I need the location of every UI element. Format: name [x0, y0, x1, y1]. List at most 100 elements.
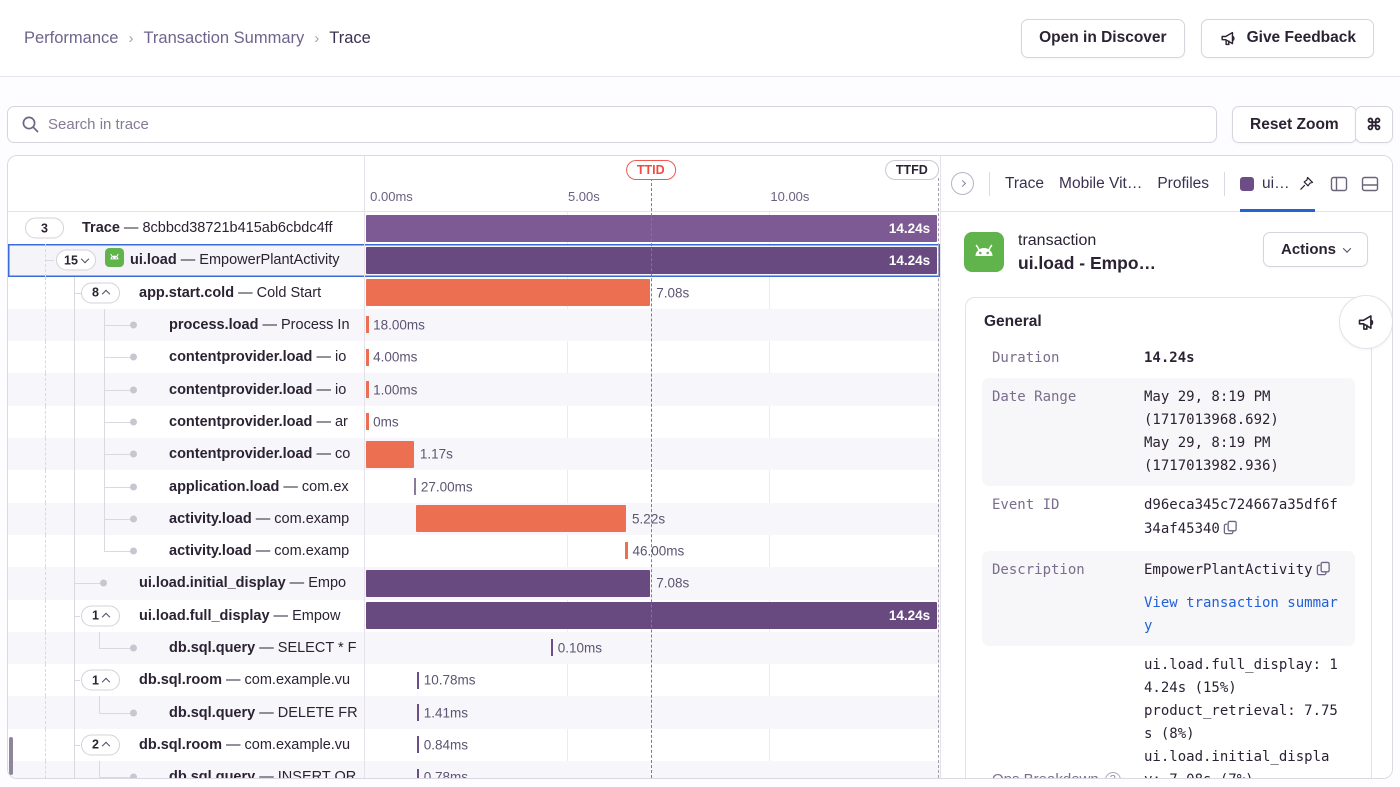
breadcrumb: Performance › Transaction Summary › Trac…	[24, 29, 371, 48]
trace-span-row[interactable]: 2db.sql.room — com.example.vu	[8, 729, 364, 761]
layout-left-icon[interactable]	[1330, 175, 1348, 193]
tree-guide-line	[45, 567, 46, 599]
span-label: contentprovider.load — ar	[169, 414, 364, 430]
expand-drawer-button[interactable]	[951, 172, 974, 195]
ttfd-badge[interactable]: TTFD	[885, 160, 939, 180]
span-tick[interactable]	[366, 349, 369, 366]
span-bar[interactable]	[366, 441, 414, 468]
trace-span-row[interactable]: 3 Trace — 8cbbcd38721b415ab6cbdc4ff	[8, 212, 364, 244]
trace-span-row[interactable]: contentprovider.load — io	[8, 341, 364, 373]
ops-entry: product_retrieval: 7.75s (8%)	[1144, 700, 1340, 746]
layout-bottom-icon[interactable]	[1361, 175, 1379, 193]
reset-zoom-button[interactable]: Reset Zoom	[1232, 106, 1357, 143]
keyboard-shortcut-button[interactable]: ⌘	[1355, 106, 1393, 143]
tab-ui-load-active[interactable]: ui…	[1240, 156, 1315, 212]
breadcrumb-performance[interactable]: Performance	[24, 29, 118, 48]
trace-span-row[interactable]: activity.load — com.examp	[8, 503, 364, 535]
span-tick[interactable]	[417, 672, 420, 689]
waterfall-row[interactable]: 46.00ms	[365, 535, 940, 567]
span-duration-label: 18.00ms	[373, 318, 425, 333]
waterfall-row[interactable]: 7.08s	[365, 277, 940, 309]
waterfall-row[interactable]: 14.24s	[365, 244, 940, 276]
trace-span-row[interactable]: process.load — Process In	[8, 309, 364, 341]
trace-span-row[interactable]: db.sql.query — DELETE FR	[8, 696, 364, 728]
date-range-start: May 29, 8:19 PM	[1144, 386, 1340, 409]
tab-profiles[interactable]: Profiles	[1157, 175, 1209, 193]
android-icon	[964, 232, 1004, 277]
ops-entry: ui.load.initial_display: 7.08s (7%)	[1144, 746, 1340, 778]
waterfall-row[interactable]: 5.22s	[365, 503, 940, 535]
give-feedback-button[interactable]: Give Feedback	[1201, 19, 1374, 58]
open-in-discover-button[interactable]: Open in Discover	[1021, 19, 1184, 58]
waterfall-row[interactable]: 1.41ms	[365, 696, 940, 728]
actions-button[interactable]: Actions	[1263, 232, 1368, 267]
tree-guide-line	[99, 713, 132, 714]
span-bar[interactable]	[366, 570, 650, 597]
waterfall-row[interactable]: 0.84ms	[365, 729, 940, 761]
trace-span-row[interactable]: 1 ui.load.full_display — Empow	[8, 600, 364, 632]
tree-guide-line	[74, 632, 75, 664]
tab-trace[interactable]: Trace	[1005, 175, 1044, 193]
ttid-badge[interactable]: TTID	[626, 160, 676, 180]
tree-guide-line	[99, 777, 132, 778]
span-label: ui.load.full_display — Empow	[139, 608, 364, 624]
waterfall-row[interactable]: 0.78ms	[365, 761, 940, 778]
trace-span-row[interactable]: db.sql.query — INSERT OR	[8, 761, 364, 778]
waterfall-row[interactable]: 27.00ms	[365, 470, 940, 502]
vertical-scrollbar[interactable]	[9, 737, 13, 775]
waterfall-row[interactable]: 1.00ms	[365, 373, 940, 405]
span-tick[interactable]	[417, 736, 420, 753]
span-bar[interactable]	[416, 505, 626, 532]
trace-span-row[interactable]: contentprovider.load — ar	[8, 406, 364, 438]
span-children-toggle[interactable]: 1	[81, 605, 120, 626]
waterfall-row[interactable]: 10.78ms	[365, 664, 940, 696]
trace-span-row[interactable]: contentprovider.load — io	[8, 373, 364, 405]
waterfall-row[interactable]: 4.00ms	[365, 341, 940, 373]
trace-span-row[interactable]: activity.load — com.examp	[8, 535, 364, 567]
waterfall-row[interactable]: 14.24s	[365, 212, 940, 244]
span-children-toggle[interactable]: 2	[81, 734, 120, 755]
span-tick[interactable]	[625, 542, 628, 559]
breadcrumb-transaction-summary[interactable]: Transaction Summary	[143, 29, 304, 48]
span-tick[interactable]	[366, 413, 369, 430]
span-tick[interactable]	[417, 769, 420, 778]
search-input[interactable]	[7, 106, 1217, 143]
tree-guide-line	[45, 535, 46, 567]
span-tick[interactable]	[551, 639, 554, 656]
trace-span-row[interactable]: application.load — com.ex	[8, 470, 364, 502]
trace-span-row[interactable]: db.sql.query — SELECT * F	[8, 632, 364, 664]
span-tick[interactable]	[366, 316, 369, 333]
waterfall-row[interactable]: 7.08s	[365, 567, 940, 599]
trace-span-row[interactable]: contentprovider.load — co	[8, 438, 364, 470]
span-tick[interactable]	[414, 478, 417, 495]
waterfall-row[interactable]: 14.24s	[365, 600, 940, 632]
span-children-toggle[interactable]: 15	[56, 250, 96, 271]
copy-icon[interactable]	[1223, 520, 1238, 543]
pin-icon[interactable]	[1298, 175, 1315, 192]
tree-guide-line	[104, 357, 132, 358]
copy-icon[interactable]	[1316, 561, 1331, 584]
trace-span-row[interactable]: 8app.start.cold — Cold Start	[8, 277, 364, 309]
waterfall-row[interactable]: 0ms	[365, 406, 940, 438]
tree-guide-line	[74, 309, 75, 341]
tab-mobile-vitals[interactable]: Mobile Vit…	[1059, 175, 1142, 193]
trace-span-row[interactable]: ui.load.initial_display — Empo	[8, 567, 364, 599]
span-children-toggle[interactable]: 3	[25, 218, 64, 239]
span-children-toggle[interactable]: 8	[81, 282, 120, 303]
help-icon[interactable]: ?	[1105, 772, 1121, 778]
span-label: contentprovider.load — co	[169, 446, 364, 462]
trace-span-row[interactable]: 15ui.load — EmpowerPlantActivity	[8, 244, 364, 276]
span-tick[interactable]	[366, 381, 369, 398]
span-duration-label: 27.00ms	[421, 479, 473, 494]
waterfall-row[interactable]: 18.00ms	[365, 309, 940, 341]
trace-span-row[interactable]: 1db.sql.room — com.example.vu	[8, 664, 364, 696]
waterfall-row[interactable]: 0.10ms	[365, 632, 940, 664]
feedback-floating-button[interactable]	[1339, 295, 1392, 349]
span-tick[interactable]	[417, 704, 420, 721]
span-children-toggle[interactable]: 1	[81, 670, 120, 691]
ops-breakdown-value: ui.load.full_display: 14.24s (15%) produ…	[1144, 654, 1340, 778]
span-label: Trace — 8cbbcd38721b415ab6cbdc4ff	[82, 220, 364, 236]
waterfall-row[interactable]: 1.17s	[365, 438, 940, 470]
view-transaction-summary-link[interactable]: View transaction summary	[1144, 592, 1340, 638]
span-bar[interactable]	[366, 279, 650, 306]
